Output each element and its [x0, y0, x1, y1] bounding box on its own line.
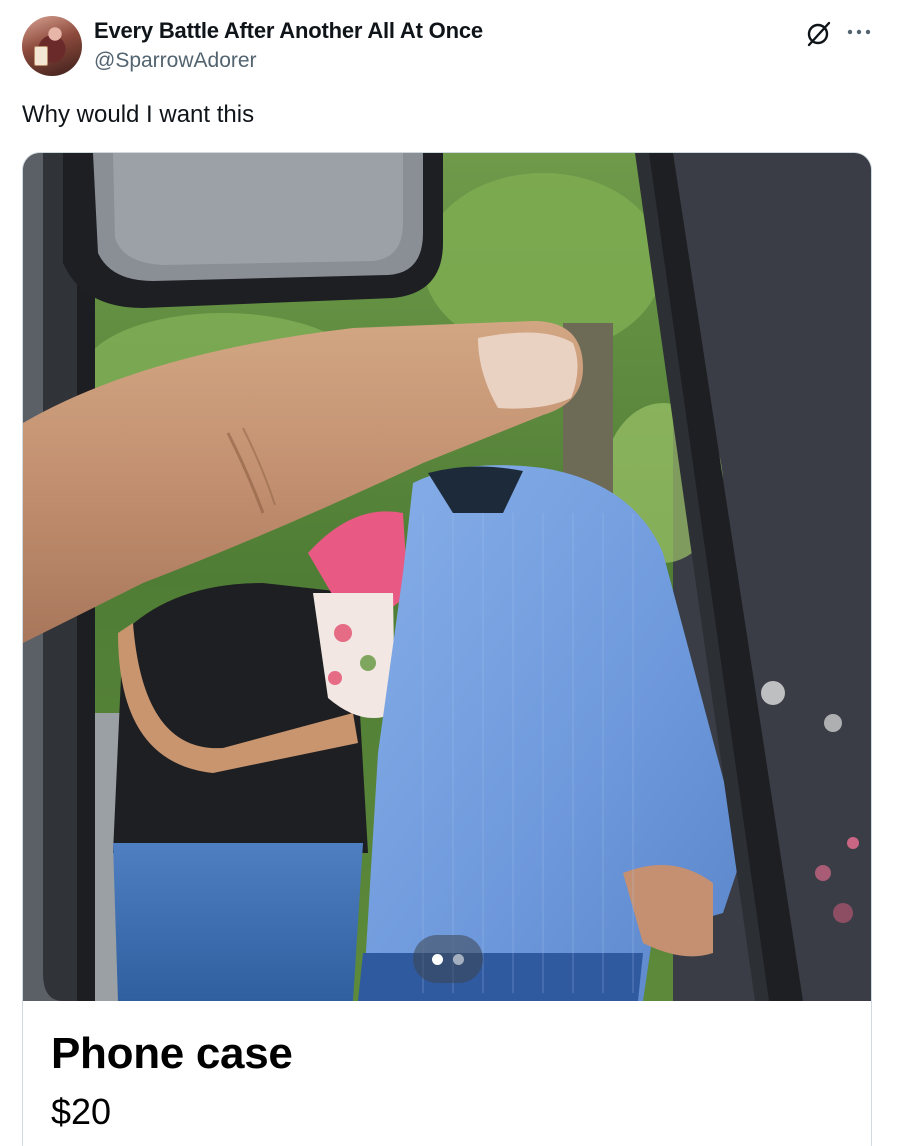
user-handle[interactable]: @SparrowAdorer [94, 49, 257, 73]
listing-title: Phone case [51, 1029, 293, 1078]
listing-info[interactable]: Phone case $20 [23, 1001, 871, 1146]
listing-price: $20 [51, 1091, 112, 1132]
marketplace-card[interactable]: Phone case $20 [22, 152, 872, 1146]
pager-dot-active[interactable] [432, 954, 443, 965]
avatar[interactable] [22, 16, 82, 76]
grok-icon[interactable] [804, 20, 832, 48]
user-display-name[interactable]: Every Battle After Another All At Once [94, 18, 483, 44]
tweet: Every Battle After Another All At Once @… [0, 0, 910, 1146]
tweet-text: Why would I want this [22, 101, 255, 128]
pager-dot[interactable] [453, 954, 464, 965]
post-photo[interactable] [23, 153, 872, 1001]
media-pager[interactable] [413, 935, 483, 983]
more-options-icon[interactable] [846, 20, 872, 44]
avatar-card-detail [34, 46, 48, 66]
